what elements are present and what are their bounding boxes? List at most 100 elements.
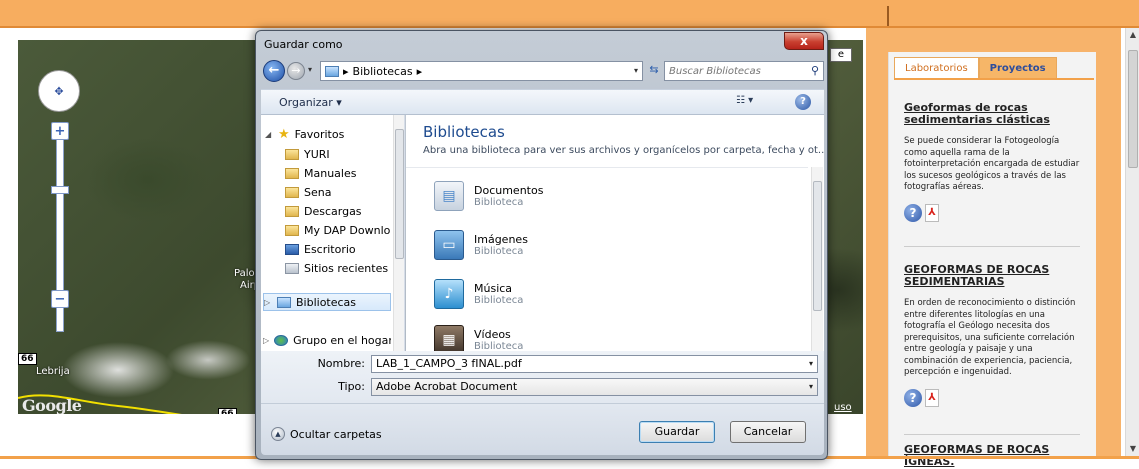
map-pan-control[interactable]: ✥	[38, 70, 80, 112]
nav-item-yuri[interactable]: YURI	[285, 145, 404, 163]
nav-label: YURI	[304, 147, 330, 161]
nav-scrollbar[interactable]	[393, 115, 404, 351]
filetype-select[interactable]: Adobe Acrobat Document ▾	[371, 378, 818, 396]
article-card: Geoformas de rocas sedimentarias clástic…	[904, 102, 1082, 222]
help-icon[interactable]: ?	[904, 388, 922, 407]
scroll-up-arrow-icon[interactable]: ▲	[1126, 28, 1139, 42]
nav-label: Sena	[304, 185, 332, 199]
library-type: Biblioteca	[474, 197, 524, 208]
filetype-label: Tipo:	[338, 380, 365, 393]
refresh-icon[interactable]: ⇆	[646, 63, 662, 79]
zoom-in-button[interactable]: +	[51, 122, 69, 140]
library-type: Biblioteca	[474, 341, 524, 351]
sidebar-tabs: Laboratorios Proyectos	[894, 57, 1057, 79]
library-name: Documentos	[474, 184, 544, 197]
address-dropdown-icon[interactable]: ▾	[634, 66, 638, 75]
filename-field[interactable]: LAB_1_CAMPO_3 fINAL.pdf ▾	[371, 355, 818, 373]
nav-item-descargas[interactable]: Descargas	[285, 202, 404, 220]
hide-folders-toggle[interactable]: ▲ Ocultar carpetas	[271, 427, 382, 441]
nav-label: Sitios recientes	[304, 261, 389, 275]
page-scrollbar[interactable]: ▲ ▼	[1125, 28, 1139, 456]
library-name: Vídeos	[474, 328, 511, 341]
nav-label: My DAP Downlo	[304, 223, 391, 237]
star-icon: ★	[278, 126, 290, 142]
content-scrollbar[interactable]	[811, 167, 823, 351]
zoom-out-button[interactable]: −	[51, 290, 69, 308]
help-icon[interactable]: ?	[904, 203, 922, 222]
music-library-icon: ♪	[434, 279, 464, 309]
address-chevron[interactable]: ▸	[417, 65, 423, 78]
nav-favorites[interactable]: ◢ ★ Favoritos	[265, 125, 395, 143]
article-divider	[904, 246, 1080, 247]
save-button[interactable]: Guardar	[639, 421, 715, 443]
close-button[interactable]: x	[784, 32, 824, 50]
back-arrow-icon[interactable]: ←	[263, 60, 285, 82]
pictures-library-icon: ▭	[434, 230, 464, 260]
tab-underline	[894, 78, 1094, 80]
organize-menu[interactable]: Organizar ▾	[279, 96, 342, 109]
dialog-toolbar: Organizar ▾ ☷ ▾ ?	[261, 89, 824, 115]
library-name: Música	[474, 282, 513, 295]
nav-item-sena[interactable]: Sena	[285, 183, 404, 201]
nav-item-manuales[interactable]: Manuales	[285, 164, 404, 182]
filename-dropdown-icon[interactable]: ▾	[809, 356, 813, 372]
tab-proyectos[interactable]: Proyectos	[978, 57, 1057, 79]
library-item-musica[interactable]: ♪ Música Biblioteca	[434, 274, 523, 314]
search-input[interactable]	[669, 64, 799, 78]
search-box[interactable]: ⚲	[664, 61, 824, 81]
library-list: ▤ Documentos Biblioteca ▭ Imágenes Bibliot…	[406, 167, 808, 351]
library-item-documentos[interactable]: ▤ Documentos Biblioteca	[434, 176, 543, 216]
map-type-button[interactable]: e	[830, 48, 852, 62]
nav-item-my-dap-downloads[interactable]: My DAP Downlo	[285, 221, 391, 239]
nav-label: Escritorio	[304, 242, 356, 256]
nav-item-escritorio[interactable]: Escritorio	[285, 240, 404, 258]
nav-scroll-thumb[interactable]	[395, 129, 404, 259]
article-title[interactable]: GEOFORMAS DE ROCAS SEDIMENTARIAS	[904, 264, 1082, 288]
search-icon[interactable]: ⚲	[811, 64, 819, 77]
nav-label: Bibliotecas	[296, 295, 357, 309]
address-bar[interactable]: ▸ Bibliotecas ▸ ▾	[320, 61, 643, 81]
nav-item-bibliotecas[interactable]: ▷ Bibliotecas	[263, 293, 391, 311]
tab-laboratorios[interactable]: Laboratorios	[894, 57, 979, 79]
library-type: Biblioteca	[474, 295, 524, 306]
expand-triangle-icon[interactable]: ◢	[265, 130, 273, 139]
library-item-imagenes[interactable]: ▭ Imágenes Biblioteca	[434, 225, 528, 265]
address-row: ← → ▾ ▸ Bibliotecas ▸ ▾ ⇆ ⚲	[260, 59, 824, 85]
dialog-footer: ▲ Ocultar carpetas Guardar Cancelar	[261, 403, 824, 455]
library-type: Biblioteca	[474, 246, 524, 257]
pdf-icon[interactable]: ⅄	[925, 388, 939, 407]
folder-icon	[285, 186, 299, 198]
filename-value: LAB_1_CAMPO_3 fINAL.pdf	[376, 357, 522, 370]
library-item-videos[interactable]: ▦ Vídeos Biblioteca	[434, 320, 523, 351]
filetype-dropdown-icon[interactable]: ▾	[809, 379, 813, 395]
history-dropdown-icon[interactable]: ▾	[308, 65, 312, 74]
scroll-down-arrow-icon[interactable]: ▼	[1126, 442, 1139, 456]
pdf-icon[interactable]: ⅄	[925, 203, 939, 222]
breadcrumb-bibliotecas[interactable]: Bibliotecas	[353, 65, 413, 78]
terms-link[interactable]: uso	[834, 402, 852, 413]
article-actions: ? ⅄	[904, 203, 1082, 222]
view-options-icon[interactable]: ☷ ▾	[736, 95, 753, 106]
article-title[interactable]: Geoformas de rocas sedimentarias clástic…	[904, 102, 1082, 126]
expand-triangle-icon[interactable]: ▷	[264, 298, 272, 307]
nav-item-grupo-hogar[interactable]: ▷ Grupo en el hogar	[263, 331, 391, 349]
recent-places-icon	[285, 262, 299, 274]
scroll-thumb[interactable]	[1128, 50, 1138, 168]
library-name: Imágenes	[474, 233, 528, 246]
forward-arrow-icon[interactable]: →	[287, 62, 305, 80]
help-icon[interactable]: ?	[795, 94, 811, 110]
nav-label: Favoritos	[294, 127, 345, 141]
save-form: Nombre: LAB_1_CAMPO_3 fINAL.pdf ▾ Tipo: …	[261, 351, 824, 403]
cancel-button[interactable]: Cancelar	[730, 421, 806, 443]
folder-icon	[285, 224, 299, 236]
folder-icon	[285, 148, 299, 160]
address-chevron[interactable]: ▸	[343, 65, 349, 78]
zoom-slider-thumb[interactable]	[51, 186, 69, 194]
expand-triangle-icon[interactable]: ▷	[263, 336, 269, 345]
article-body: En orden de reconocimiento o distinción …	[904, 298, 1076, 377]
nav-item-sitios-recientes[interactable]: Sitios recientes	[285, 259, 404, 277]
route-shield: 66	[18, 353, 37, 365]
content-scroll-thumb[interactable]	[813, 181, 822, 311]
site-header-bar	[0, 0, 1139, 28]
folder-icon	[285, 167, 299, 179]
